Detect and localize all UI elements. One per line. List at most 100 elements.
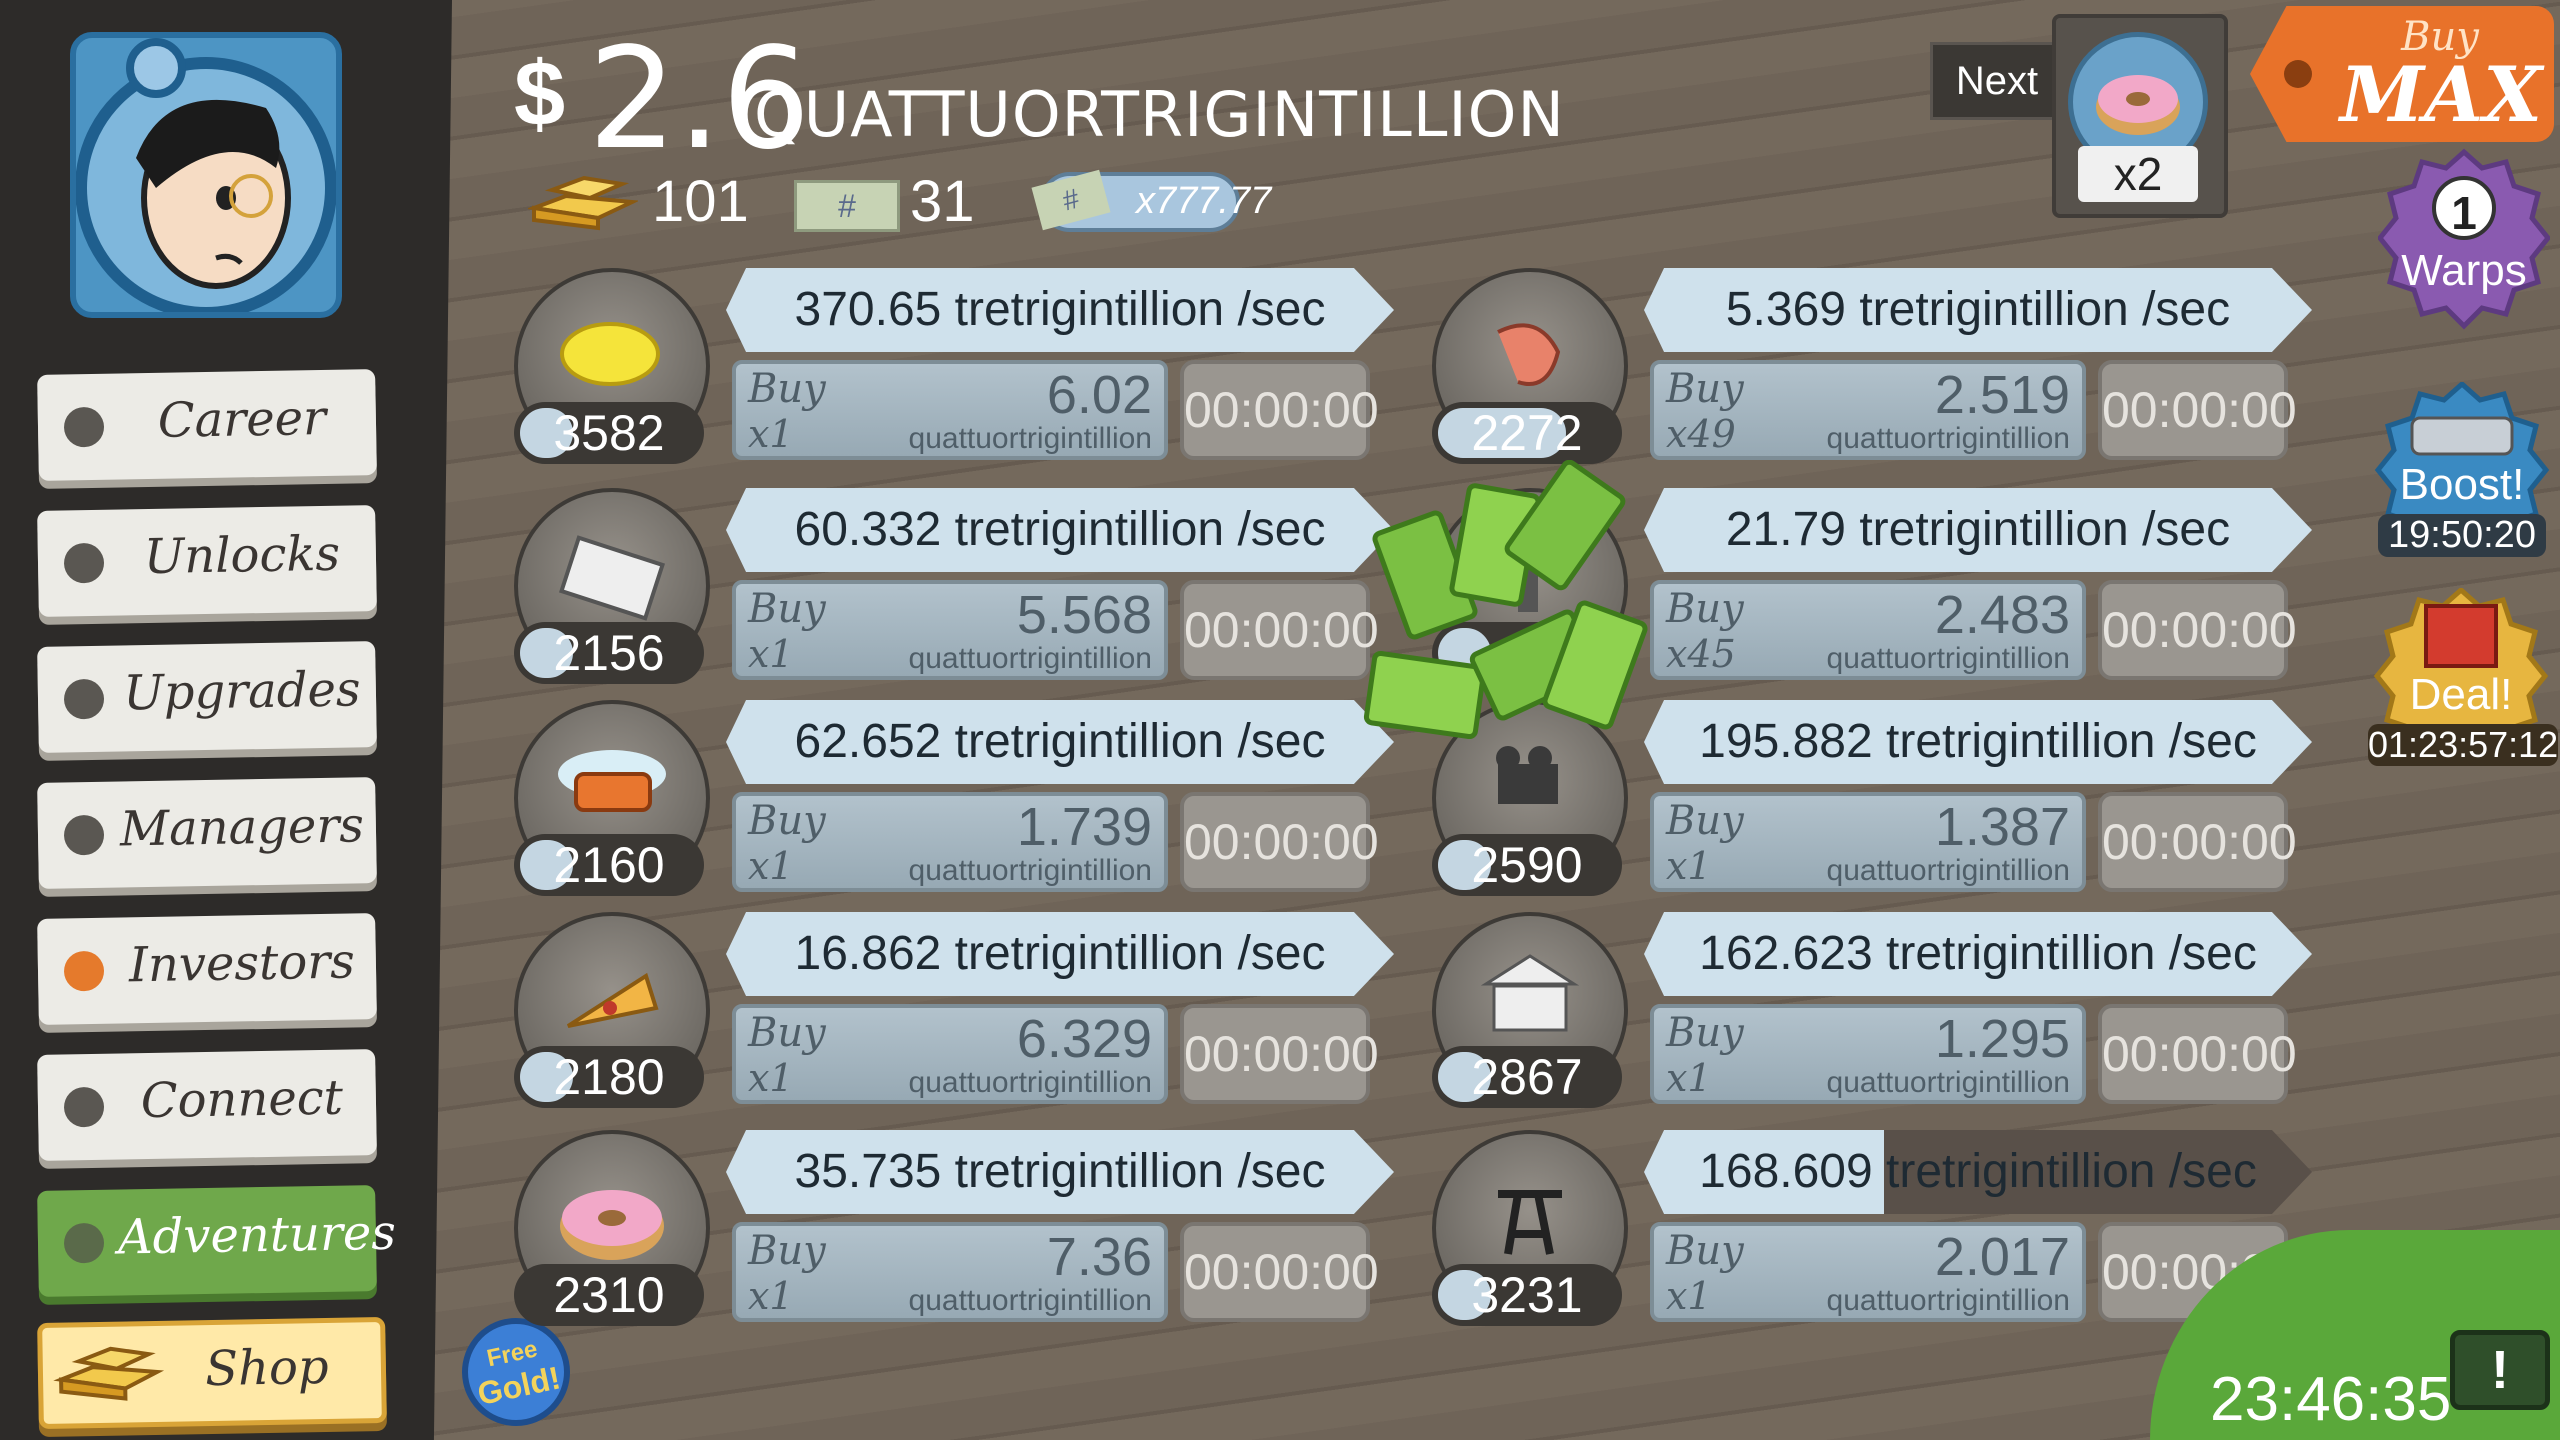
revenue-rate-text: 35.735 tretrigintillion /sec [794,1145,1326,1198]
revenue-rate-text: 62.652 tretrigintillion /sec [794,715,1326,768]
revenue-rate-bar[interactable]: 195.882 tretrigintillion /sec [1644,700,2312,784]
buy-label: Buy [1666,586,1744,632]
revenue-rate-text: 16.862 tretrigintillion /sec [794,927,1326,980]
buy-price: 5.568 [1016,585,1152,645]
buy-max-bottom-label: MAX [2340,50,2543,139]
player-avatar[interactable] [70,32,342,318]
buy-label: Buy [1666,798,1744,844]
buy-label: Buy [1666,1010,1744,1056]
nav-indicator-dot [63,678,105,720]
buy-button[interactable]: Buy x1 6.329 quattuortrigintillion [732,1004,1168,1104]
owned-count: 2272 [1432,402,1622,464]
nav-investors[interactable]: Investors [37,913,377,1025]
buy-quantity: x1 [748,412,794,456]
flying-money-icon [1363,460,1648,740]
nav-indicator-dot [63,406,105,448]
buy-price-unit: quattuortrigintillion [1826,1066,2070,1099]
next-unlock-label: Next [1930,42,2064,120]
buy-price-unit: quattuortrigintillion [908,1066,1152,1099]
cycle-timer: 00:00:00 [1180,580,1379,680]
revenue-rate-text: 162.623 tretrigintillion /sec [1699,927,2257,980]
nav-managers-label: Managers [119,797,365,858]
nav-shop-label: Shop [204,1338,330,1398]
buy-button[interactable]: Buy x1 1.387 quattuortrigintillion [1650,792,2086,892]
boost-label: Boost! [2399,460,2525,509]
buy-button[interactable]: Buy x1 5.568 quattuortrigintillion [732,580,1168,680]
buy-button[interactable]: Buy x1 7.36 quattuortrigintillion [732,1222,1168,1322]
owned-count: 2160 [514,834,704,896]
pizza-icon [566,972,659,1028]
buy-button[interactable]: Buy x49 2.519 quattuortrigintillion [1650,360,2086,460]
clock: 23:46:35 [2210,1365,2452,1434]
nav-upgrades[interactable]: Upgrades [37,641,377,753]
buy-quantity: x1 [1666,1274,1712,1318]
cycle-timer: 00:00:00 [2098,792,2297,892]
revenue-rate-bar[interactable]: 370.65 tretrigintillion /sec [726,268,1394,352]
buy-price: 6.329 [1016,1009,1152,1069]
warps-count: 1 [2451,187,2477,239]
nav-career[interactable]: Career [37,369,377,481]
buy-price-unit: quattuortrigintillion [908,422,1152,455]
buy-button[interactable]: Buy x1 2.017 quattuortrigintillion [1650,1222,2086,1322]
buy-button[interactable]: Buy x1 1.295 quattuortrigintillion [1650,1004,2086,1104]
revenue-rate-bar[interactable]: 21.79 tretrigintillion /sec [1644,488,2312,572]
nav-upgrades-label: Upgrades [122,661,361,722]
buy-label: Buy [748,1010,826,1056]
buy-price: 6.02 [1046,365,1152,425]
buy-label: Buy [1666,1228,1744,1274]
nav-shop[interactable]: Shop [37,1316,387,1430]
revenue-rate-bar[interactable]: 35.735 tretrigintillion /sec [726,1130,1394,1214]
buy-button[interactable]: Buy x45 2.483 quattuortrigintillion [1650,580,2086,680]
owned-count-value: 2160 [553,837,665,893]
multiplier-value: x777.77 [1136,180,1272,222]
nav-indicator-dot [63,950,105,992]
buy-price: 1.387 [1934,797,2070,857]
boost-badge[interactable]: Boost! 19:50:20 [2372,382,2552,558]
gold-count: 101 [652,169,749,234]
nav-connect[interactable]: Connect [37,1049,377,1161]
next-unlock-panel[interactable]: x2 [2052,14,2228,218]
owned-count: 3231 [1432,1264,1622,1326]
nav-managers[interactable]: Managers [37,777,377,889]
owned-count-value: 2310 [553,1267,665,1323]
buy-label: Buy [748,586,826,632]
nav-indicator-dot [63,1086,105,1128]
revenue-rate-text: 370.65 tretrigintillion /sec [794,283,1326,336]
buy-button[interactable]: Buy x1 1.739 quattuortrigintillion [732,792,1168,892]
revenue-rate-bar[interactable]: 60.332 tretrigintillion /sec [726,488,1394,572]
revenue-rate-bar[interactable]: 168.609 tretrigintillion /sec [1644,1130,2312,1214]
deal-label: Deal! [2409,670,2513,719]
multiplier-badge[interactable]: # x777.77 [1031,169,1271,232]
cycle-timer: 00:00:00 [2098,360,2297,460]
buy-price: 2.519 [1934,365,2070,425]
buy-max-button[interactable]: Buy MAX [2250,6,2554,142]
cycle-timer: 00:00:00 [1180,1222,1379,1322]
oil-rig-icon [1498,1190,1562,1255]
revenue-rate-bar[interactable]: 162.623 tretrigintillion /sec [1644,912,2312,996]
nav-indicator-dot [63,542,105,584]
warps-badge[interactable]: 1 Warps [2378,148,2550,334]
owned-count-value: 2272 [1471,405,1583,461]
buy-quantity: x1 [1666,1056,1712,1100]
nav-connect-label: Connect [140,1069,344,1130]
bank-icon [1480,954,1580,1032]
nav-adventures[interactable]: Adventures [37,1185,397,1297]
buy-quantity: x1 [748,844,794,888]
buy-label: Buy [748,1228,826,1274]
ticket-icon: # [794,180,900,232]
buy-price-unit: quattuortrigintillion [1826,642,2070,675]
deal-badge[interactable]: Deal! 01:23:57:12 [2368,588,2558,778]
car-wash-icon [558,750,666,812]
revenue-rate-bar[interactable]: 16.862 tretrigintillion /sec [726,912,1394,996]
buy-max-hole [2284,60,2312,88]
tv-alert-icon: ! [2450,1330,2550,1410]
owned-count: 2590 [1432,834,1622,896]
buy-price: 1.295 [1934,1009,2070,1069]
nav-unlocks[interactable]: Unlocks [37,505,377,617]
donut-icon [560,1190,664,1260]
nav-adventures-label: Adventures [117,1204,397,1266]
buy-quantity: x1 [748,1274,794,1318]
buy-button[interactable]: Buy x1 6.02 quattuortrigintillion [732,360,1168,460]
revenue-rate-bar[interactable]: 62.652 tretrigintillion /sec [726,700,1394,784]
revenue-rate-bar[interactable]: 5.369 tretrigintillion /sec [1644,268,2312,352]
